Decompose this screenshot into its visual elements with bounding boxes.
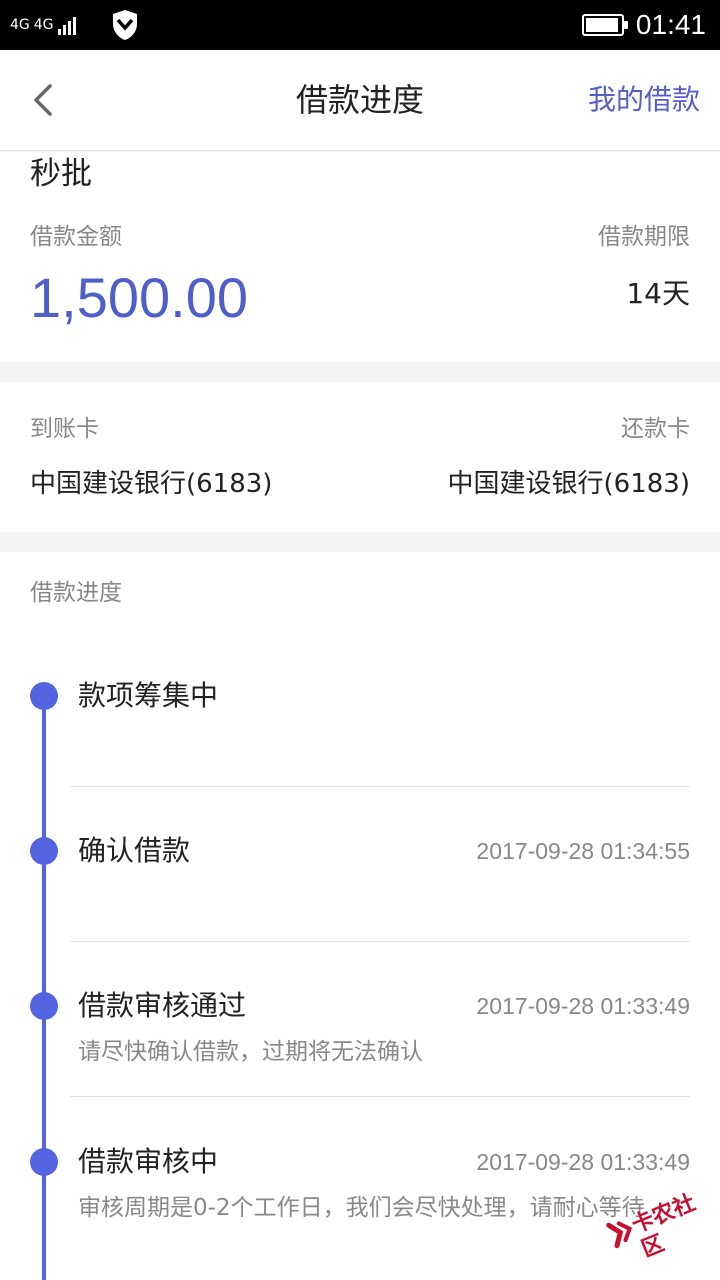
signal-bars-icon: [57, 15, 76, 35]
step-title: 款项筹集中: [78, 679, 219, 712]
bank-card-section: 到账卡 还款卡 中国建设银行(6183) 中国建设银行(6183): [0, 382, 720, 532]
signal-indicator: 4G 4G: [10, 8, 76, 42]
loan-summary-card: 秒批 借款金额 借款期限 1,500.00 14天: [0, 152, 720, 362]
step-divider: [70, 786, 690, 787]
step-description: 审核周期是0-2个工作日，我们会尽快处理，请耐心等待: [78, 1195, 645, 1221]
shield-icon: [113, 10, 137, 40]
step-divider: [70, 1096, 690, 1097]
loan-amount: 1,500.00: [30, 266, 248, 329]
battery-icon: [582, 14, 628, 36]
receive-card-label: 到账卡: [30, 416, 99, 442]
step-time: 2017-09-28 01:34:55: [476, 838, 690, 864]
repay-card-value: 中国建设银行(6183): [447, 469, 690, 499]
amount-label: 借款金额: [30, 224, 122, 250]
timeline-dot: [30, 837, 58, 865]
step-title: 借款审核通过: [78, 989, 247, 1022]
repay-card-label: 还款卡: [621, 416, 690, 442]
progress-section: 借款进度 款项筹集中 确认借款 2017-09-28 01:34:55 借款审核…: [0, 552, 720, 1280]
step-title: 借款审核中: [78, 1145, 219, 1178]
timeline-dot: [30, 682, 58, 710]
navigation-bar: 借款进度 我的借款: [0, 50, 720, 151]
step-description: 请尽快确认借款，过期将无法确认: [78, 1039, 423, 1065]
step-time: 2017-09-28 01:33:49: [476, 1149, 690, 1175]
status-time: 01:41: [635, 9, 706, 40]
step-divider: [70, 941, 690, 942]
my-loans-link[interactable]: 我的借款: [588, 50, 700, 150]
chevron-left-icon[interactable]: [24, 80, 64, 120]
timeline-line: [42, 696, 46, 1280]
loan-term: 14天: [626, 277, 690, 310]
term-label: 借款期限: [598, 224, 690, 250]
timeline-dot: [30, 992, 58, 1020]
status-bar: 4G 4G 01:41: [0, 0, 720, 50]
network-type-label-secondary: 4G: [33, 17, 54, 33]
battery-fill: [586, 18, 618, 32]
step-time: 2017-09-28 01:33:49: [476, 993, 690, 1019]
network-type-label: 4G: [10, 17, 30, 33]
step-title: 确认借款: [78, 834, 191, 867]
timeline-dot: [30, 1148, 58, 1176]
receive-card-value: 中国建设银行(6183): [30, 469, 273, 499]
product-name: 秒批: [30, 156, 92, 192]
progress-title: 借款进度: [30, 580, 122, 606]
